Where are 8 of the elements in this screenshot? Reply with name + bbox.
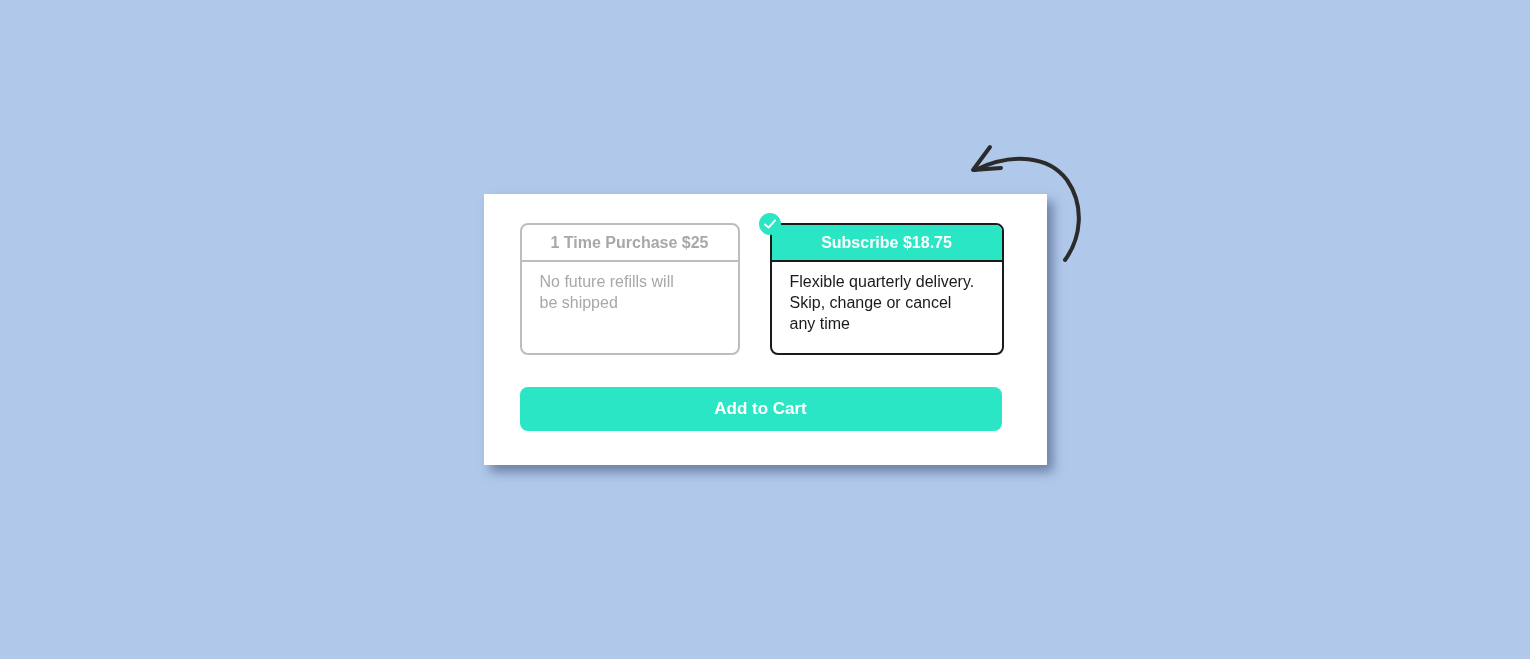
option-description: Flexible quarterly delivery. Skip, change or cancel any time [788, 272, 976, 334]
option-title: 1 Time Purchase $25 [521, 225, 738, 262]
check-icon [758, 213, 781, 235]
add-to-cart-button[interactable]: Add to Cart [519, 387, 1002, 431]
option-title: Subscribe $18.75 [771, 225, 1002, 262]
option-description: No future refills will be shipped [538, 272, 675, 313]
purchase-option[interactable]: 1 Time Purchase $25 No future refills will be shipped [519, 223, 740, 355]
purchase-option[interactable]: Subscribe $18.75 Flexible quarterly delivery. Skip, change or cancel any time [769, 223, 1004, 355]
